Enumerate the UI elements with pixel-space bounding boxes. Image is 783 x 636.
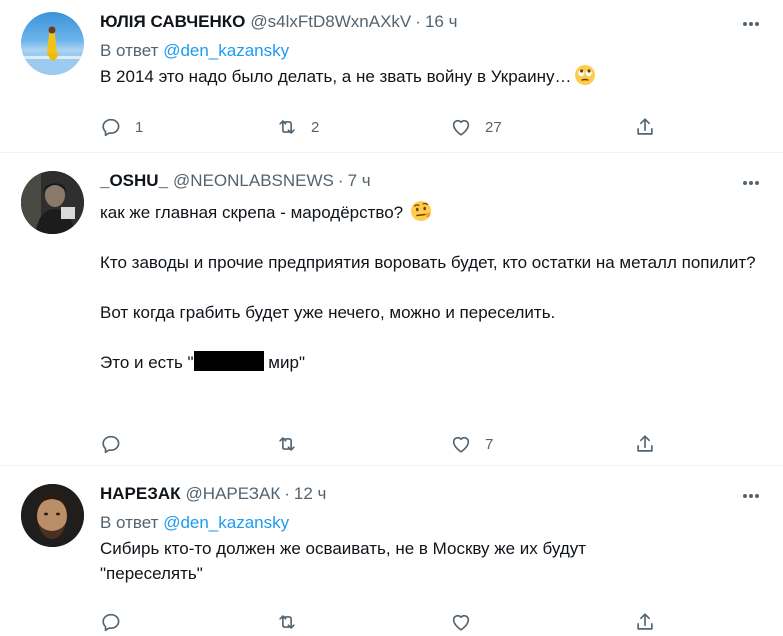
reply-to-link[interactable]: @den_kazansky [163,41,289,60]
author-handle[interactable]: @s4lxFtD8WxnAXkV [250,12,411,32]
share-icon [637,613,653,630]
reply-to-link[interactable]: @den_kazansky [163,513,289,532]
share-button[interactable] [634,433,656,455]
share-button[interactable] [634,116,656,138]
tweet-paragraph: Кто заводы и прочие предприятия воровать… [100,253,756,272]
retweet-icon [279,120,295,134]
share-icon [637,118,653,135]
like-button[interactable]: 7 [450,433,493,455]
timestamp[interactable]: 12 ч [294,484,327,504]
tweet-text-line: "переселять" [100,564,203,583]
timestamp[interactable]: 16 ч [425,12,458,32]
tweet-text: Сибирь кто-то должен же осваивать, не в … [100,536,763,586]
retweet-icon [279,437,295,451]
author-name[interactable]: _OSHU_ [100,171,168,191]
tweet-text-start: Это и есть " [100,353,194,372]
face-with-raised-eyebrow-icon [410,201,431,221]
timestamp[interactable]: 7 ч [348,171,371,191]
reply-icon [102,613,120,632]
retweet-button[interactable]: 2 [276,116,319,138]
reply-count: 1 [135,118,144,136]
separator-dot: · [284,484,290,503]
author-handle[interactable]: @НАРЕЗАК [186,484,281,504]
more-options-icon[interactable] [739,12,763,36]
author-name[interactable]: ЮЛІЯ САВЧЕНКО [100,12,245,32]
tweet-text-end: мир" [263,353,305,372]
face-with-rolling-eyes-icon [574,65,595,85]
tweet-text-body: В 2014 это надо было делать, а не звать … [100,67,572,86]
tweet-text: как же главная скрепа - мародёрство? Кто… [100,200,763,375]
reply-prefix: В ответ [100,41,159,60]
retweet-count: 2 [311,118,320,136]
avatar[interactable] [21,12,84,75]
tweet-paragraph: как же главная скрепа - мародёрство? [100,203,404,222]
tweet-paragraph-last: Это и есть " мир" [100,350,763,375]
retweet-button[interactable] [276,433,311,455]
tweet-text-line: Сибирь кто-то должен же осваивать, не в … [100,539,587,558]
author-name[interactable]: НАРЕЗАК [100,484,181,504]
reply-context: В ответ @den_kazansky [100,513,763,533]
separator-dot: · [337,171,344,190]
reply-button[interactable]: 1 [100,116,143,138]
more-options-icon[interactable] [739,171,763,195]
like-button[interactable] [450,611,485,633]
heart-icon [452,119,470,136]
reply-context: В ответ @den_kazansky [100,41,763,61]
tweet-1[interactable]: ЮЛІЯ САВЧЕНКО @s4lxFtD8WxnAXkV · 16 ч В … [0,0,783,153]
retweet-icon [279,615,295,629]
author-handle[interactable]: @NEONLABSNEWS [173,171,334,191]
share-button[interactable] [634,611,656,633]
heart-icon [452,436,470,453]
like-count: 27 [485,118,502,136]
heart-icon [452,614,470,631]
avatar[interactable] [21,171,84,234]
redaction-bar [193,351,264,371]
reply-icon [102,435,120,454]
tweet-text: В 2014 это надо было делать, а не звать … [100,64,763,89]
tweet-paragraph: Вот когда грабить будет уже нечего, можн… [100,303,556,322]
tweet-2[interactable]: _OSHU_ @NEONLABSNEWS · 7 ч как же главна… [0,153,783,466]
separator-dot: · [415,12,421,31]
avatar[interactable] [21,484,84,547]
reply-button[interactable] [100,611,135,633]
retweet-button[interactable] [276,611,311,633]
reply-button[interactable] [100,433,135,455]
reply-prefix: В ответ [100,513,159,532]
share-icon [637,435,653,452]
reply-icon [102,118,120,137]
tweet-3[interactable]: НАРЕЗАК @НАРЕЗАК · 12 ч В ответ @den_kaz… [0,466,783,636]
like-button[interactable]: 27 [450,116,502,138]
like-count: 7 [485,435,494,453]
more-options-icon[interactable] [739,484,763,508]
